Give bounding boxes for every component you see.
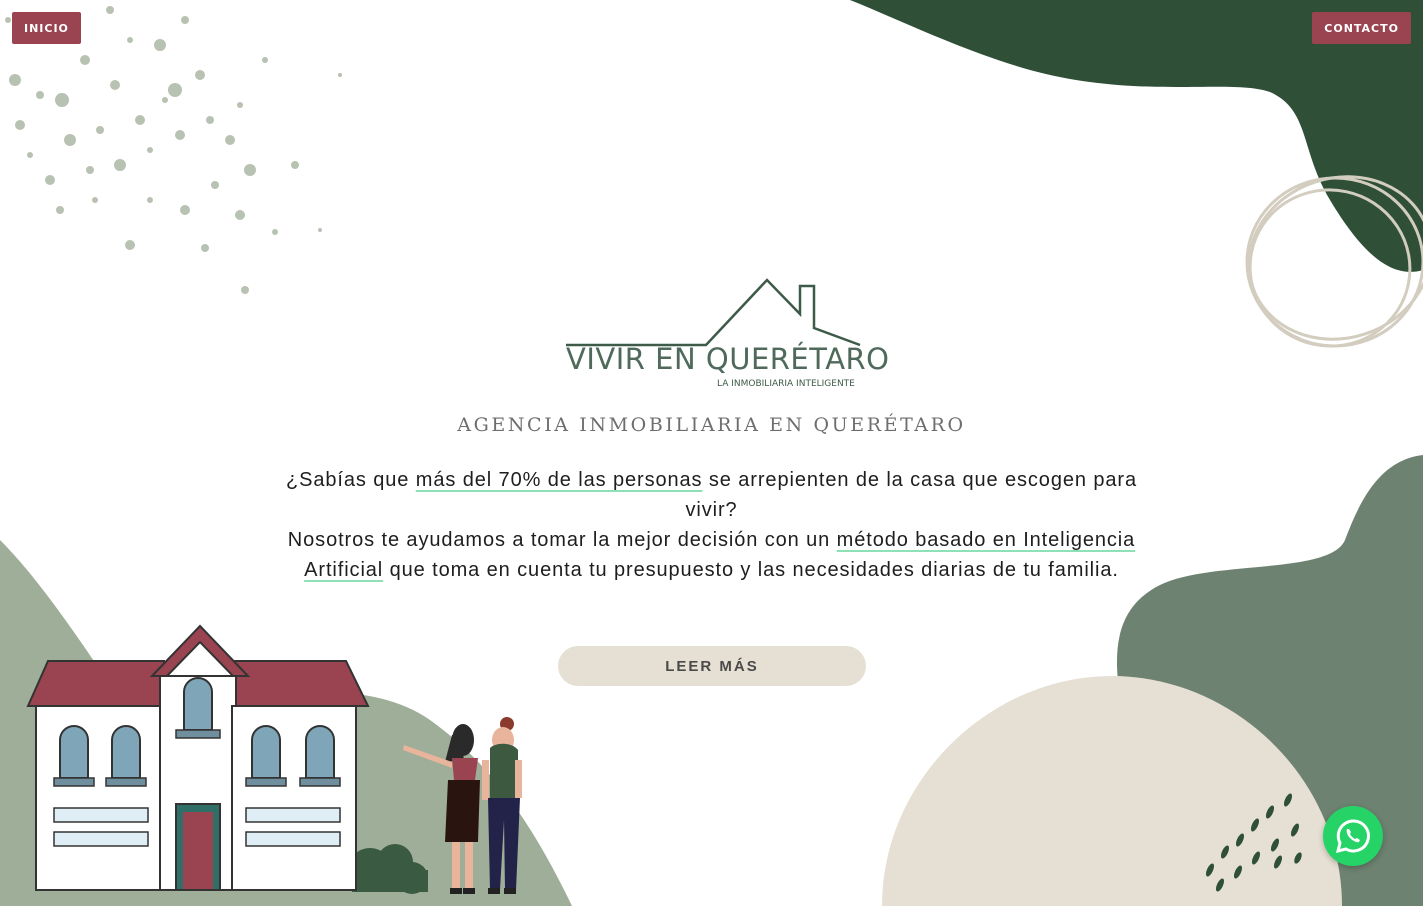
intro-text: ¿Sabías que bbox=[286, 469, 416, 491]
brand-tagline: LA INMOBILIARIA INTELIGENTE bbox=[717, 379, 855, 389]
highlight-text: más del 70% de las personas bbox=[415, 469, 703, 491]
people-illustration bbox=[403, 717, 522, 894]
intro-text: se arrepienten de la casa que escogen pa… bbox=[685, 469, 1137, 521]
intro-text: que toma en cuenta tu presupuesto y las … bbox=[383, 559, 1119, 581]
intro-text: Nosotros te ayudamos a tomar la mejor de… bbox=[287, 529, 837, 551]
page-subtitle: AGENCIA INMOBILIARIA EN QUERÉTARO bbox=[457, 414, 966, 436]
whatsapp-button[interactable] bbox=[1323, 806, 1383, 866]
read-more-button[interactable]: LEER MÁS bbox=[558, 646, 866, 686]
nav-contact-button[interactable]: CONTACTO bbox=[1312, 12, 1411, 44]
whatsapp-icon bbox=[1335, 819, 1370, 854]
brand-name: VIVIR EN QUERÉTARO bbox=[566, 342, 890, 376]
nav-home-button[interactable]: INICIO bbox=[12, 12, 81, 44]
intro-paragraph: ¿Sabías que más del 70% de las personas … bbox=[270, 465, 1153, 585]
